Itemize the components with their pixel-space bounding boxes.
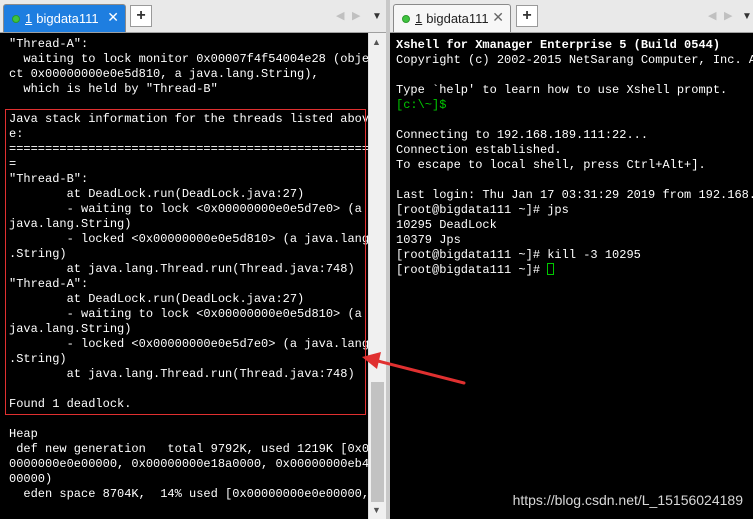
tab-bigdata111[interactable]: 1 bigdata111 ✕ xyxy=(393,4,511,32)
terminal-line: - locked <0x00000000e0e5d7e0> (a java.la… xyxy=(9,337,370,351)
connecting-line: Connecting to 192.168.189.111:22... xyxy=(396,128,649,142)
terminal-line: at java.lang.Thread.run(Thread.java:748) xyxy=(9,367,355,381)
terminal-line: .String) xyxy=(9,247,67,261)
help-line: Type `help' to learn how to use Xshell p… xyxy=(396,83,728,97)
new-tab-button[interactable]: + xyxy=(130,5,152,27)
terminal-line: "Thread-A": xyxy=(9,277,89,291)
right-session-pane: 1 bigdata111 ✕ + ◀ ▶ ▼ Xshell for Xmanag… xyxy=(390,0,753,519)
tab-number: 1 xyxy=(25,11,33,26)
tab-scroll-left-icon[interactable]: ◀ xyxy=(708,9,716,22)
shell-prompt: [root@bigdata111 ~]# xyxy=(396,263,548,277)
terminal-scrollbar[interactable]: ▲ ▼ xyxy=(368,33,386,519)
terminal-line: 0000000e0e00000, 0x00000000e18a0000, 0x0… xyxy=(9,457,370,471)
terminal-line: Found 1 deadlock. xyxy=(9,397,132,411)
copyright-line: Copyright (c) 2002-2015 NetSarang Comput… xyxy=(396,53,753,67)
xshell-banner: Xshell for Xmanager Enterprise 5 (Build … xyxy=(396,38,721,52)
terminal-line: "Thread-B": xyxy=(9,172,89,186)
local-shell-prompt: [c:\~]$ xyxy=(396,98,447,112)
terminal-line: at java.lang.Thread.run(Thread.java:748) xyxy=(9,262,355,276)
jps-output-deadlock: 10295 DeadLock xyxy=(396,218,497,232)
tab-scroll-left-icon[interactable]: ◀ xyxy=(336,9,344,22)
tab-menu-icon[interactable]: ▼ xyxy=(372,11,382,22)
terminal-line: - locked <0x00000000e0e5d810> (a java.la… xyxy=(9,232,370,246)
new-tab-button[interactable]: + xyxy=(516,5,538,27)
jps-command-line: [root@bigdata111 ~]# jps xyxy=(396,203,569,217)
terminal-line: java.lang.String) xyxy=(9,217,132,231)
terminal-line: e: xyxy=(9,127,24,141)
tab-label: bigdata111 xyxy=(426,11,489,26)
terminal-line: eden space 8704K, 14% used [0x00000000e0… xyxy=(9,487,370,501)
terminal-line: 00000) xyxy=(9,472,53,486)
right-terminal-output[interactable]: Xshell for Xmanager Enterprise 5 (Build … xyxy=(390,33,753,519)
kill-command-line: [root@bigdata111 ~]# kill -3 10295 xyxy=(396,248,641,262)
current-prompt-line[interactable]: [root@bigdata111 ~]# xyxy=(396,263,753,278)
tab-label: bigdata111 xyxy=(36,11,99,26)
tab-bigdata111-active[interactable]: 1 bigdata111 ✕ xyxy=(3,4,126,32)
terminal-line: - waiting to lock <0x00000000e0e5d810> (… xyxy=(9,307,362,321)
terminal-line: java.lang.String) xyxy=(9,322,132,336)
right-tab-bar: 1 bigdata111 ✕ + ◀ ▶ ▼ xyxy=(390,0,753,33)
scroll-up-icon[interactable]: ▲ xyxy=(372,37,381,47)
tab-menu-icon[interactable]: ▼ xyxy=(742,11,752,22)
close-icon[interactable]: ✕ xyxy=(107,9,119,26)
terminal-line: ct 0x00000000e0e5d810, a java.lang.Strin… xyxy=(9,67,319,81)
scrollbar-thumb[interactable] xyxy=(371,382,384,502)
terminal-line: "Thread-A": xyxy=(9,37,89,51)
last-login-line: Last login: Thu Jan 17 03:31:29 2019 fro… xyxy=(396,188,753,202)
text-cursor xyxy=(547,263,555,275)
terminal-line: Heap xyxy=(9,427,38,441)
left-session-pane: 1 bigdata111 ✕ + ◀ ▶ ▼ "Thread-A": waiti… xyxy=(0,0,386,519)
terminal-line: at DeadLock.run(DeadLock.java:27) xyxy=(9,292,305,306)
terminal-line: which is held by "Thread-B" xyxy=(9,82,218,96)
terminal-line: - waiting to lock <0x00000000e0e5d7e0> (… xyxy=(9,202,362,216)
terminal-line: def new generation total 9792K, used 121… xyxy=(9,442,370,456)
tab-scroll-right-icon[interactable]: ▶ xyxy=(724,9,732,22)
left-terminal-output[interactable]: "Thread-A": waiting to lock monitor 0x00… xyxy=(0,33,386,519)
jps-output-jps: 10379 Jps xyxy=(396,233,461,247)
close-icon[interactable]: ✕ xyxy=(492,9,504,26)
left-tab-bar: 1 bigdata111 ✕ + ◀ ▶ ▼ xyxy=(0,0,386,33)
connected-status-icon xyxy=(402,14,410,23)
terminal-line: at DeadLock.run(DeadLock.java:27) xyxy=(9,187,305,201)
established-line: Connection established. xyxy=(396,143,562,157)
tab-number: 1 xyxy=(415,11,423,26)
escape-hint-line: To escape to local shell, press Ctrl+Alt… xyxy=(396,158,706,172)
watermark-url: https://blog.csdn.net/L_15156024189 xyxy=(512,492,743,508)
terminal-line: ========================================… xyxy=(9,142,370,156)
tab-scroll-right-icon[interactable]: ▶ xyxy=(352,9,360,22)
terminal-line: .String) xyxy=(9,352,67,366)
scroll-down-icon[interactable]: ▼ xyxy=(372,505,381,515)
terminal-line: waiting to lock monitor 0x00007f4f54004e… xyxy=(9,52,370,66)
terminal-line: Java stack information for the threads l… xyxy=(9,112,370,126)
connected-status-icon xyxy=(12,14,20,23)
terminal-line: = xyxy=(9,157,17,171)
